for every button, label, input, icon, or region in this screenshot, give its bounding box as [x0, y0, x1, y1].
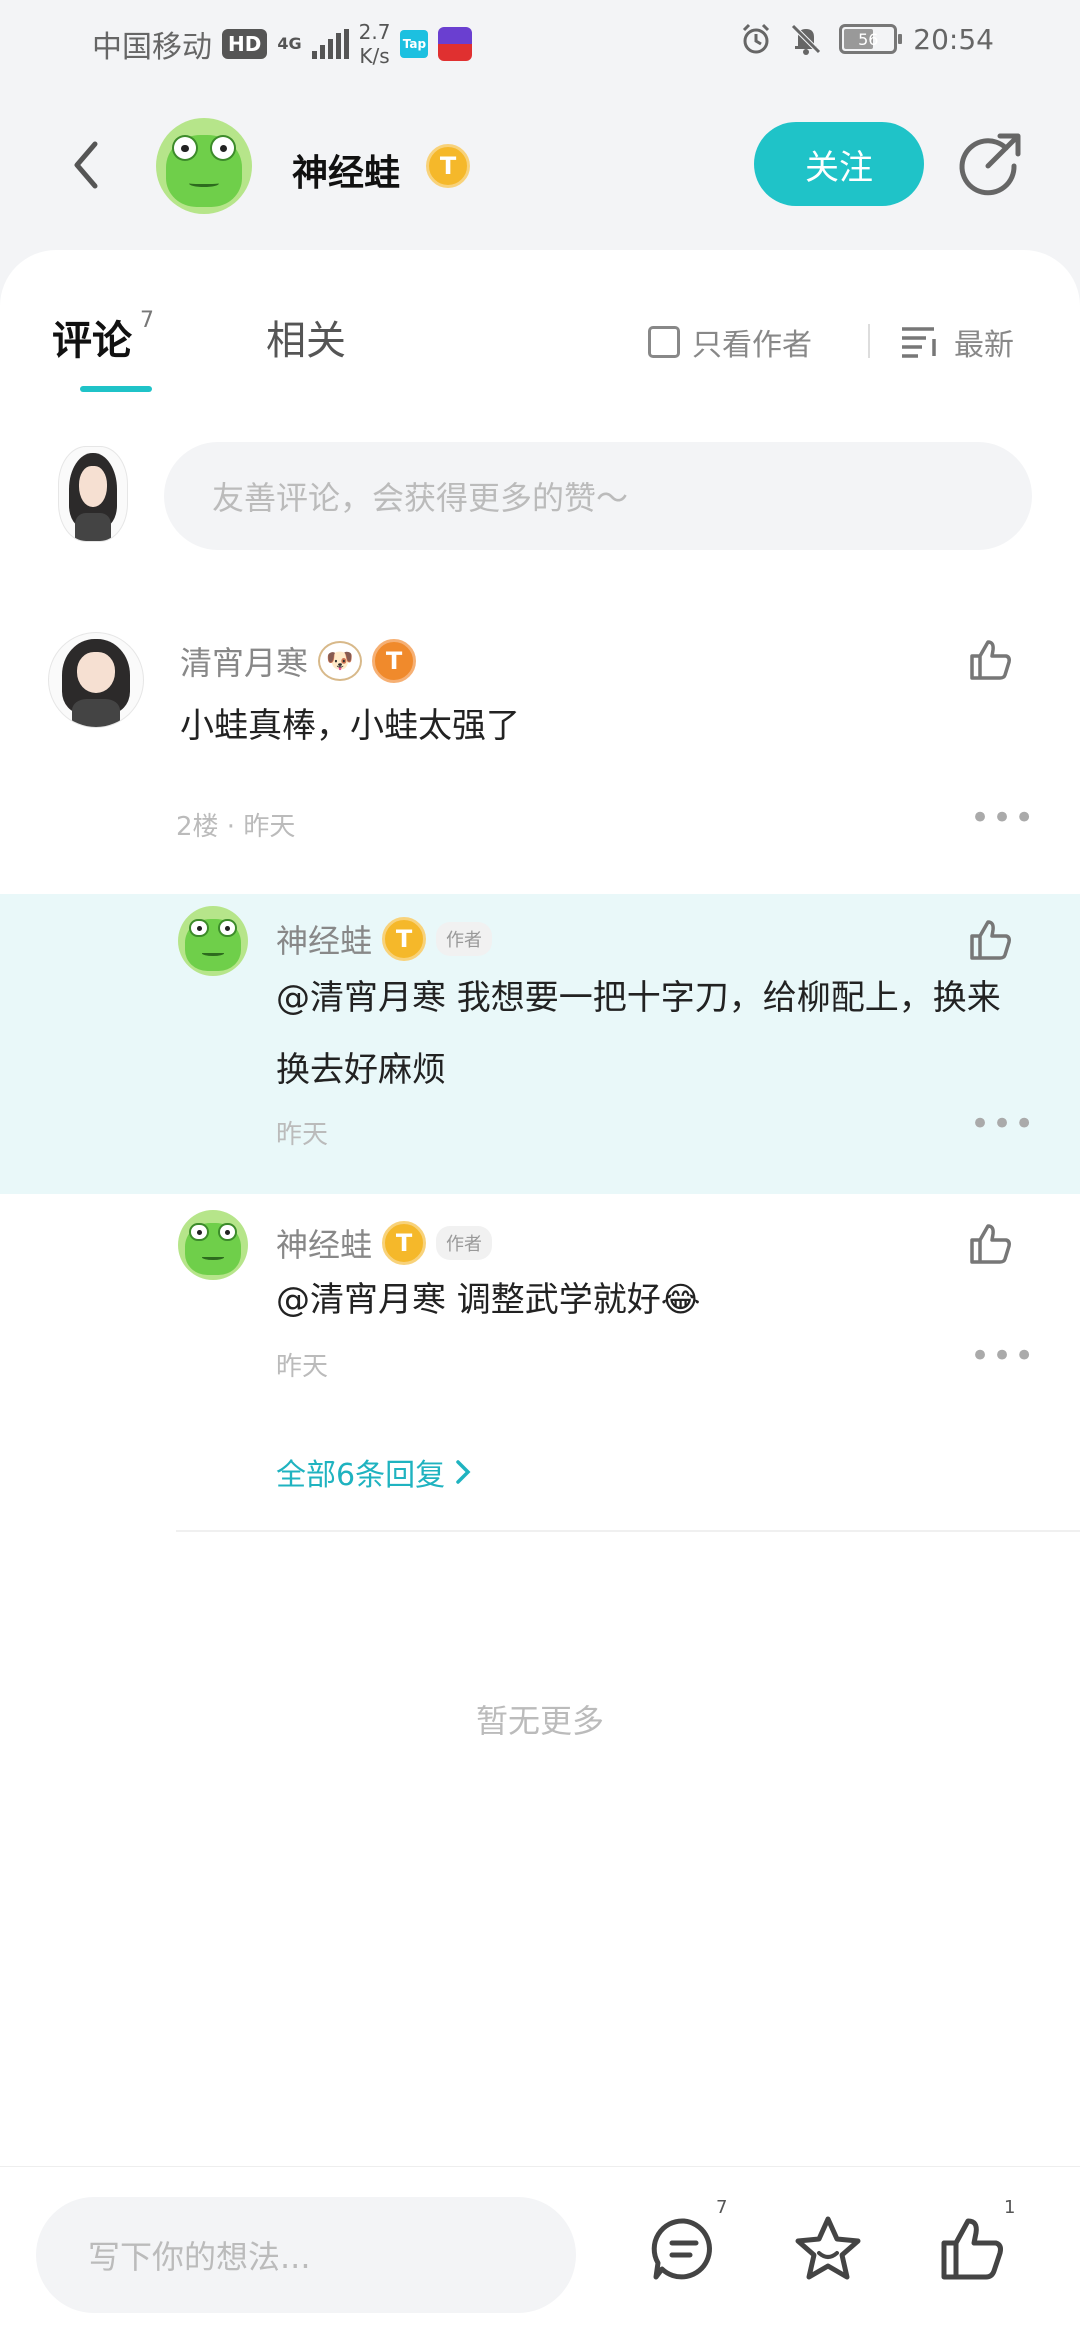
bottom-action-bar: 写下你的想法... 7 1: [0, 2166, 1080, 2340]
reply-meta: 昨天: [276, 1120, 329, 1150]
sort-toggle[interactable]: 最新: [900, 320, 1014, 364]
hd-badge: HD: [222, 29, 268, 59]
comment-meta: 2楼 · 昨天: [176, 812, 296, 842]
reply-username[interactable]: 神经蛙: [276, 916, 372, 962]
tab-active-indicator: [80, 386, 152, 392]
mute-bell-icon: [791, 24, 822, 55]
tab-related[interactable]: 相关: [266, 308, 346, 366]
level-badge: T: [372, 639, 417, 683]
network-type: 4G: [277, 34, 302, 53]
only-author-toggle[interactable]: 只看作者: [648, 320, 812, 364]
more-options-icon[interactable]: •••: [970, 801, 1036, 835]
comment-input[interactable]: 友善评论，会获得更多的赞～: [164, 442, 1032, 550]
comments-panel: 评论 7 相关 只看作者 最新 友善评论，会获得更多的赞～ 清宵月寒 🐶 T 小蛙…: [0, 250, 1080, 2170]
reply-text: @清宵月寒 调整武学就好😂: [276, 1280, 701, 1320]
author-tag: 作者: [436, 922, 493, 956]
frog-icon: [185, 1222, 241, 1276]
carrier-label: 中国移动: [92, 30, 212, 65]
comment-username[interactable]: 清宵月寒: [180, 638, 308, 684]
battery-icon: 56: [839, 24, 903, 54]
favorite-star-icon[interactable]: [792, 2213, 864, 2285]
write-comment-input[interactable]: 写下你的想法...: [36, 2197, 576, 2313]
back-arrow-icon[interactable]: [55, 130, 115, 200]
like-icon[interactable]: [966, 636, 1014, 684]
reply-avatar[interactable]: [178, 1210, 248, 1280]
frog-icon: [165, 135, 243, 208]
clock: 20:54: [913, 22, 994, 56]
author-tag: 作者: [436, 1226, 493, 1260]
chevron-right-icon: [456, 1460, 471, 1484]
divider: [176, 1530, 1080, 1532]
signal-icon: [311, 29, 349, 59]
frog-icon: [185, 918, 241, 972]
reply-username-row: 神经蛙 T 作者: [276, 916, 493, 962]
share-icon[interactable]: [954, 128, 1026, 200]
divider: [868, 324, 870, 358]
comment-username-row: 清宵月寒 🐶 T: [180, 638, 417, 684]
comment-tabs: 评论 7 相关 只看作者 最新: [0, 286, 1080, 406]
reply-text: @清宵月寒 我想要一把十字刀，给柳配上，换来换去好麻烦: [276, 978, 1001, 1090]
comment-count: 7: [716, 2197, 728, 2218]
status-right: 56 20:54: [739, 22, 994, 56]
like-icon[interactable]: [966, 1220, 1014, 1268]
comments-count: 7: [140, 308, 154, 333]
taptap-app-icon: Tap: [400, 30, 429, 58]
only-author-checkbox[interactable]: [648, 326, 680, 358]
notification-app-icon: [438, 27, 473, 61]
like-icon[interactable]: [966, 916, 1014, 964]
author-name[interactable]: 神经蛙: [292, 144, 400, 196]
network-speed: 2.7 K/s: [358, 20, 391, 68]
level-badge: T: [382, 1221, 427, 1265]
like-icon[interactable]: [936, 2213, 1008, 2285]
commenter-avatar[interactable]: [48, 632, 144, 728]
status-left: 中国移动 HD 4G 2.7 K/s Tap: [92, 20, 473, 68]
status-bar: 中国移动 HD 4G 2.7 K/s Tap 56 20:54: [0, 0, 1080, 84]
more-options-icon[interactable]: •••: [970, 1107, 1036, 1141]
follow-button[interactable]: 关注: [754, 122, 924, 206]
reply-username[interactable]: 神经蛙: [276, 1220, 372, 1266]
level-badge: T: [382, 917, 427, 961]
reply-meta: 昨天: [276, 1352, 329, 1382]
comment-text: 小蛙真棒，小蛙太强了: [180, 706, 520, 746]
post-header: 神经蛙 T 关注: [0, 100, 1080, 240]
no-more-label: 暂无更多: [475, 1702, 604, 1740]
level-badge: T: [426, 144, 470, 188]
author-avatar[interactable]: [156, 118, 252, 214]
my-avatar[interactable]: [58, 446, 128, 542]
pet-sticker-icon: 🐶: [318, 641, 363, 681]
like-count: 1: [1004, 2197, 1016, 2218]
tab-comments[interactable]: 评论 7: [52, 308, 154, 366]
reply-avatar[interactable]: [178, 906, 248, 976]
view-all-replies-link[interactable]: 全部6条回复: [276, 1450, 473, 1494]
sort-list-icon: [902, 327, 936, 358]
comment-icon[interactable]: [648, 2213, 720, 2285]
alarm-icon: [743, 23, 770, 54]
more-options-icon[interactable]: •••: [970, 1339, 1036, 1373]
reply-username-row: 神经蛙 T 作者: [276, 1220, 493, 1266]
